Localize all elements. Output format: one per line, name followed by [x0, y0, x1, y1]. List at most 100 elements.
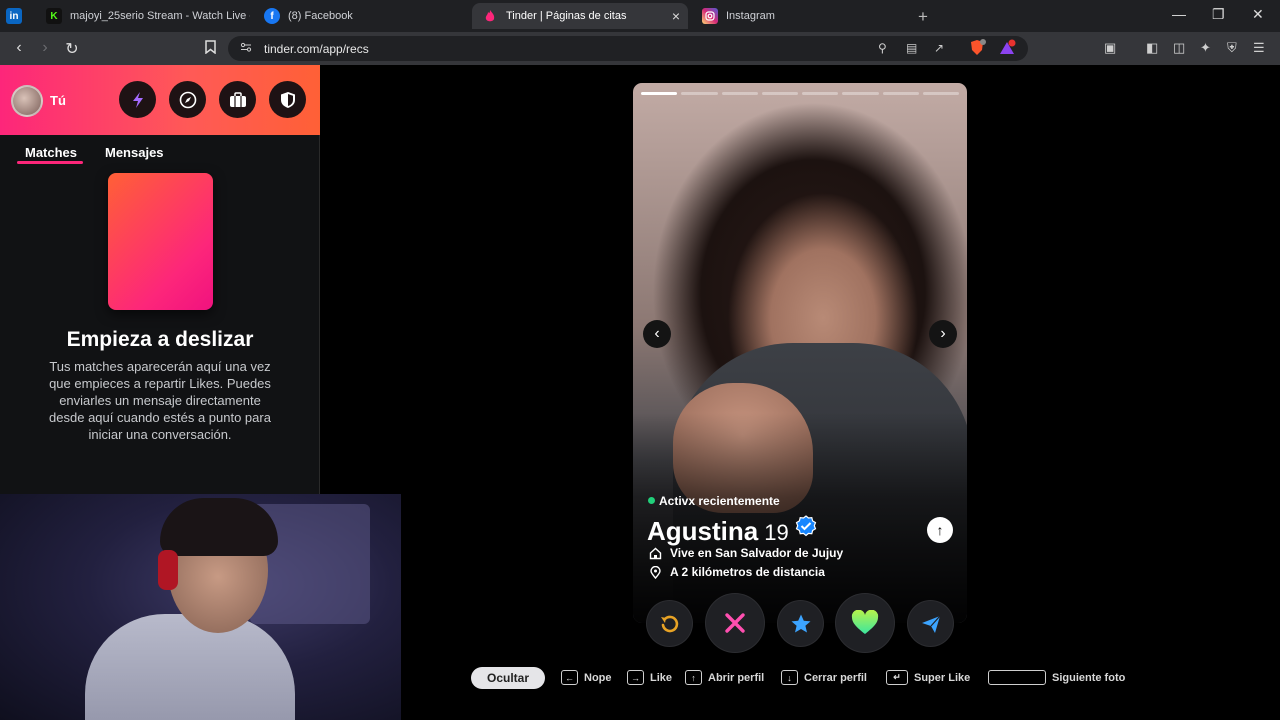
cast-icon[interactable]: ▤: [906, 41, 917, 55]
activity-text: Activx recientemente: [659, 494, 780, 508]
hint-close-profile: ↓ Cerrar perfil: [781, 670, 867, 685]
tab-title: (8) Facebook: [288, 10, 353, 22]
hint-nope: ← Nope: [561, 670, 612, 685]
sidebar-header: Tú: [0, 65, 320, 135]
empty-state-title: Empieza a deslizar: [66, 328, 254, 351]
activity-status: Activx recientemente: [648, 494, 780, 508]
photo-progress-segment[interactable]: [641, 92, 678, 95]
url-text: tinder.com/app/recs: [264, 42, 369, 56]
tab-tinder[interactable]: Tinder | Páginas de citas ×: [472, 3, 688, 29]
reload-icon[interactable]: ↻: [63, 39, 81, 59]
next-photo-button[interactable]: ›: [929, 320, 957, 348]
linkedin-icon: in: [6, 8, 22, 24]
online-dot-icon: [648, 497, 655, 504]
explore-icon[interactable]: [169, 81, 206, 118]
tab-linkedin[interactable]: in: [6, 3, 30, 29]
brave-rewards-icon[interactable]: [998, 39, 1016, 60]
hint-super-like: ↵ Super Like: [886, 670, 970, 685]
prev-photo-button[interactable]: ‹: [643, 320, 671, 348]
hint-super-like-label: Super Like: [914, 671, 971, 684]
wallet-icon[interactable]: ◫: [1173, 40, 1185, 56]
briefcase-icon[interactable]: [219, 81, 256, 118]
photo-progress-segment[interactable]: [681, 92, 718, 95]
lives-in-text: Vive en San Salvador de Jujuy: [670, 546, 844, 560]
photo-progress-segment[interactable]: [721, 92, 758, 95]
like-button[interactable]: [836, 594, 894, 652]
up-arrow-key-icon: ↑: [685, 670, 702, 685]
close-window-button[interactable]: ✕: [1252, 6, 1264, 23]
profile-age: 19: [764, 520, 789, 545]
boost-icon[interactable]: [119, 81, 156, 118]
send-icon: [921, 615, 940, 633]
rewind-button[interactable]: [647, 601, 692, 646]
webcam-overlay: [0, 494, 401, 720]
hint-next-photo-label: Siguiente foto: [1052, 671, 1126, 684]
profile-card[interactable]: ‹ › Activx recientemente Agustina 19 ↑ Vi…: [633, 83, 967, 623]
super-like-button[interactable]: [778, 601, 823, 646]
hint-open-profile-label: Abrir perfil: [708, 671, 765, 684]
home-icon: [649, 547, 662, 559]
address-bar[interactable]: tinder.com/app/recs ⚲ ▤ ↗: [228, 36, 1028, 61]
profile-name: Agustina: [647, 516, 759, 546]
distance-row: A 2 kilómetros de distancia: [649, 565, 825, 579]
new-tab-button[interactable]: +: [918, 7, 928, 27]
star-icon: [791, 614, 810, 632]
bookmark-icon[interactable]: [201, 40, 219, 57]
empty-state-description: Tus matches aparecerán aquí una vez que …: [49, 359, 271, 442]
location-icon[interactable]: ⚲: [878, 41, 887, 55]
hide-shortcuts-button[interactable]: Ocultar: [471, 667, 545, 689]
tab-instagram[interactable]: Instagram: [696, 3, 896, 29]
tab-matches[interactable]: Matches: [25, 145, 77, 160]
browser-toolbar: ‹ › ↻ tinder.com/app/recs ⚲ ▤ ↗ ▣ ◧ ◫ ✦ …: [0, 32, 1280, 65]
tab-kick-stream[interactable]: K majoyi_25serio Stream - Watch Live o: [40, 3, 250, 29]
shield-icon[interactable]: [269, 81, 306, 118]
screenshot-icon[interactable]: ▣: [1104, 40, 1116, 56]
tab-messages[interactable]: Mensajes: [105, 145, 164, 160]
sidebar-tabs: Matches Mensajes: [0, 145, 320, 175]
tab-facebook[interactable]: f (8) Facebook: [258, 3, 458, 29]
back-icon[interactable]: ‹: [10, 39, 28, 57]
hint-like: → Like: [627, 670, 672, 685]
photo-progress-segment[interactable]: [922, 92, 959, 95]
enter-key-icon: ↵: [886, 670, 908, 685]
menu-icon[interactable]: ☰: [1253, 40, 1265, 56]
leo-ai-icon[interactable]: ✦: [1200, 40, 1211, 56]
tab-title: Tinder | Páginas de citas: [506, 10, 627, 22]
hint-like-label: Like: [650, 671, 673, 684]
avatar[interactable]: [11, 85, 43, 117]
share-icon[interactable]: ↗: [934, 41, 944, 55]
vpn-icon[interactable]: ⛨: [1227, 40, 1237, 56]
hint-next-photo: Siguiente foto: [988, 670, 1125, 685]
instagram-icon: [702, 8, 718, 24]
photo-progress-segment[interactable]: [882, 92, 919, 95]
active-tab-indicator: [17, 161, 83, 164]
tab-title: Instagram: [726, 10, 775, 22]
hint-close-profile-label: Cerrar perfil: [804, 671, 867, 684]
down-arrow-key-icon: ↓: [781, 670, 798, 685]
distance-text: A 2 kilómetros de distancia: [670, 565, 825, 579]
brave-shields-icon[interactable]: [968, 39, 986, 60]
space-key-icon: [988, 670, 1046, 685]
photo-progress-segment[interactable]: [842, 92, 879, 95]
restore-button[interactable]: ❐: [1212, 6, 1225, 23]
sidebar-toggle-icon[interactable]: ◧: [1146, 40, 1158, 56]
user-label[interactable]: Tú: [50, 93, 66, 108]
verified-badge-icon: [795, 513, 817, 544]
forward-icon[interactable]: ›: [36, 39, 54, 57]
close-tab-icon[interactable]: ×: [672, 8, 680, 24]
sidebar: Tú Matches Mensajes Empieza a deslizar T…: [0, 65, 320, 495]
site-settings-icon[interactable]: [240, 41, 252, 56]
profile-name-line: Agustina 19: [647, 513, 817, 547]
browser-tab-bar: in K majoyi_25serio Stream - Watch Live …: [0, 0, 1280, 32]
photo-progress-bar: [641, 92, 959, 95]
boost-button[interactable]: [908, 601, 953, 646]
empty-match-card: [108, 173, 213, 310]
photo-progress-segment[interactable]: [802, 92, 839, 95]
open-profile-button[interactable]: ↑: [927, 517, 953, 543]
minimize-button[interactable]: —: [1172, 6, 1186, 22]
location-pin-icon: [650, 565, 661, 579]
nope-button[interactable]: [706, 594, 764, 652]
right-arrow-key-icon: →: [627, 670, 644, 685]
headset-icon: [158, 550, 178, 590]
photo-progress-segment[interactable]: [761, 92, 798, 95]
